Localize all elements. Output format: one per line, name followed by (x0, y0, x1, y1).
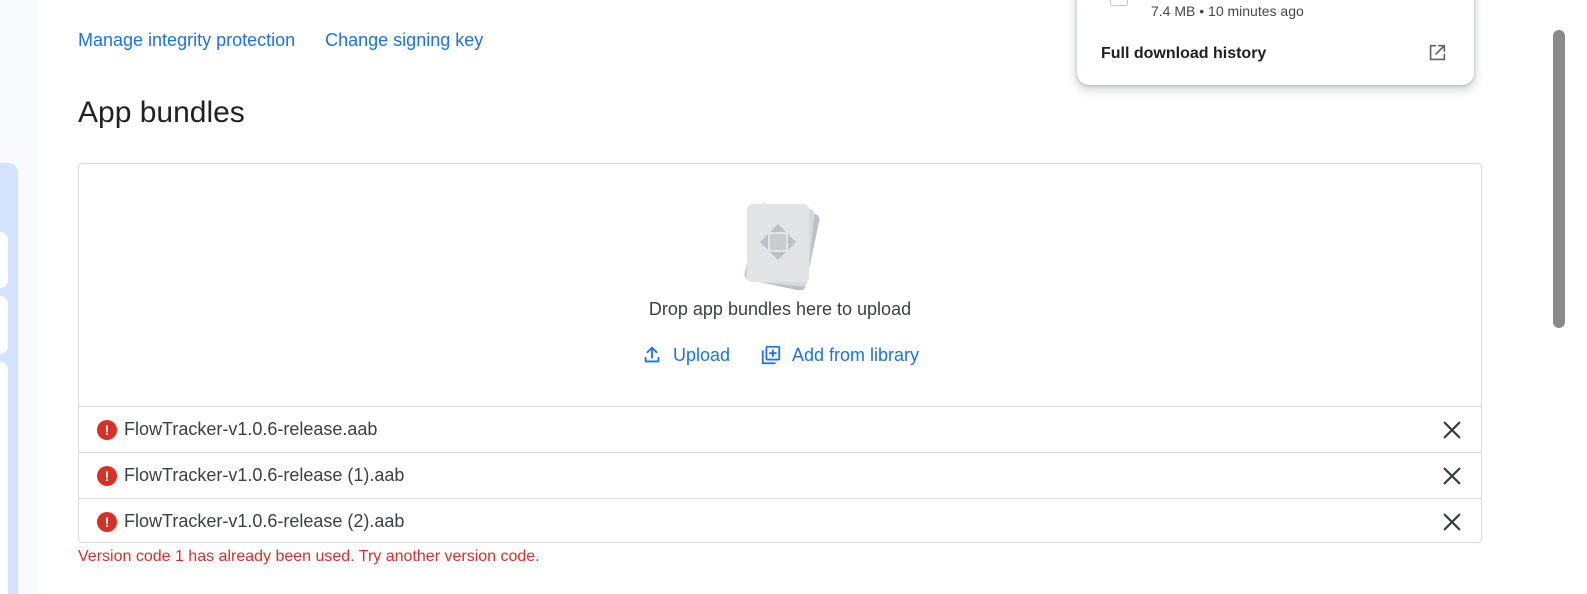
left-rail (0, 0, 38, 594)
rail-item[interactable] (0, 232, 8, 288)
close-icon[interactable] (1441, 511, 1463, 533)
add-from-library-button[interactable]: Add from library (760, 344, 919, 366)
scrollbar-thumb[interactable] (1553, 30, 1565, 328)
close-icon[interactable] (1441, 465, 1463, 487)
upload-label: Upload (672, 344, 730, 365)
file-row: ! FlowTracker-v1.0.6-release (2).aab (79, 498, 1481, 544)
add-from-library-label: Add from library (792, 344, 920, 365)
rail-item[interactable] (0, 296, 8, 354)
upload-button[interactable]: Upload (641, 344, 730, 366)
upload-icon (644, 346, 660, 363)
download-panel: 7.4 MB • 10 minutes ago Full download hi… (1077, 0, 1474, 85)
top-links: Manage integrity protection Change signi… (78, 30, 483, 51)
file-name: FlowTracker-v1.0.6-release (1).aab (124, 465, 405, 485)
file-row: ! FlowTracker-v1.0.6-release (1).aab (79, 452, 1481, 498)
close-icon[interactable] (1441, 419, 1463, 441)
app-bundles-card: Drop app bundles here to upload Upload A… (78, 163, 1482, 543)
file-name: FlowTracker-v1.0.6-release (2).aab (124, 511, 405, 531)
library-add-icon (761, 345, 781, 365)
rail-item[interactable] (0, 362, 8, 594)
error-icon: ! (97, 419, 117, 440)
open-in-new-icon[interactable] (1426, 42, 1448, 64)
app-bundle-illustration-icon (744, 203, 820, 290)
dropzone-actions: Upload Add from library (79, 344, 1481, 366)
uploaded-file-list: ! FlowTracker-v1.0.6-release.aab ! FlowT… (79, 406, 1481, 544)
file-name: FlowTracker-v1.0.6-release.aab (124, 419, 378, 439)
file-icon (1110, 0, 1128, 6)
section-title: App bundles (78, 96, 245, 129)
dropzone[interactable]: Drop app bundles here to upload Upload A… (79, 164, 1481, 407)
error-icon: ! (97, 465, 117, 486)
manage-integrity-link[interactable]: Manage integrity protection (78, 30, 295, 51)
file-row: ! FlowTracker-v1.0.6-release.aab (79, 406, 1481, 452)
dropzone-text: Drop app bundles here to upload (648, 299, 912, 319)
download-meta: 7.4 MB • 10 minutes ago (1151, 3, 1304, 19)
full-download-history-link[interactable]: Full download history (1101, 45, 1266, 63)
error-icon: ! (97, 511, 117, 532)
change-signing-key-link[interactable]: Change signing key (325, 30, 483, 51)
version-code-error: Version code 1 has already been used. Tr… (78, 548, 540, 565)
